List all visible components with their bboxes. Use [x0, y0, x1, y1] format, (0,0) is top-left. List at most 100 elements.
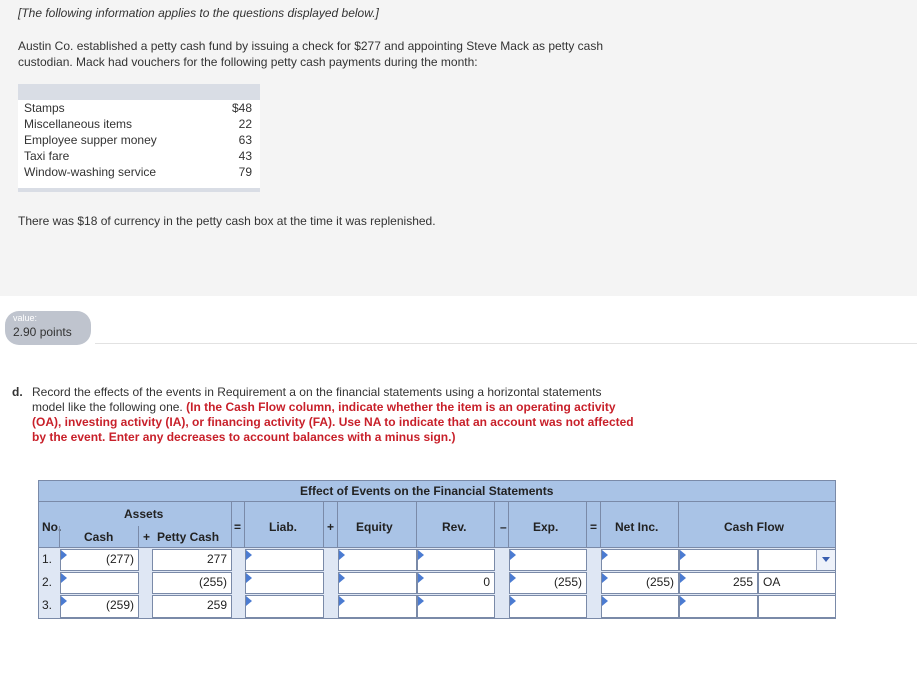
assets-header: Assets	[124, 507, 164, 521]
rev-input[interactable]	[417, 595, 495, 618]
financial-statements-model-table: Effect of Events on the Financial Statem…	[38, 480, 836, 619]
payment-label: Window-washing service	[24, 165, 157, 179]
divider	[586, 502, 587, 548]
input-marker-icon	[339, 573, 345, 583]
question-text: d. Record the effects of the events in R…	[12, 385, 637, 444]
input-marker-icon	[602, 596, 608, 606]
exp-input[interactable]	[509, 549, 587, 571]
col-cash-flow-header: Cash Flow	[724, 520, 785, 534]
input-marker-icon	[339, 550, 345, 560]
payment-amount: $48	[231, 101, 252, 115]
row-number: 2.	[42, 575, 53, 589]
petty-cash-payments-table: Stamps $48 Miscellaneous items 22 Employ…	[18, 84, 260, 192]
row-number: 3.	[42, 598, 53, 612]
payment-label: Employee supper money	[24, 133, 157, 147]
input-marker-icon	[680, 573, 686, 583]
points-text: 2.90 points	[13, 325, 72, 339]
table-row: Employee supper money 63	[24, 132, 252, 148]
table-header-band	[18, 84, 260, 100]
divider	[59, 526, 60, 548]
equity-input[interactable]	[338, 595, 417, 618]
table-title: Effect of Events on the Financial Statem…	[300, 484, 554, 498]
divider	[600, 502, 601, 548]
cash-input[interactable]: (277)	[60, 549, 139, 571]
exp-input[interactable]: (255)	[509, 572, 587, 594]
col-equity-header: Equity	[356, 520, 393, 534]
question-letter: d.	[12, 385, 23, 399]
petty-cash-input[interactable]: 277	[152, 549, 232, 571]
value-label: value:	[13, 313, 38, 323]
input-marker-icon	[339, 596, 345, 606]
input-marker-icon	[680, 596, 686, 606]
rev-input[interactable]: 0	[417, 572, 495, 594]
equals-sign: =	[590, 520, 598, 534]
minus-sign: –	[500, 520, 507, 534]
payment-amount: 63	[238, 133, 252, 147]
table-row: Taxi fare 43	[24, 148, 252, 164]
input-marker-icon	[510, 596, 516, 606]
input-marker-icon	[418, 596, 424, 606]
col-liab-header: Liab.	[269, 520, 298, 534]
net-inc-input[interactable]	[601, 549, 679, 571]
payment-amount: 79	[238, 165, 252, 179]
col-cash-header: Cash	[84, 530, 114, 544]
liab-input[interactable]	[245, 572, 324, 594]
table-footer-band	[18, 188, 260, 192]
input-marker-icon	[680, 550, 686, 560]
plus-sign: +	[143, 530, 151, 544]
table-row: Window-washing service 79	[24, 164, 252, 180]
liab-input[interactable]	[245, 595, 324, 618]
cash-flow-amount-input[interactable]	[679, 595, 758, 618]
net-inc-input[interactable]: (255)	[601, 572, 679, 594]
liab-input[interactable]	[245, 549, 324, 571]
cash-flow-amount-input[interactable]: 255	[679, 572, 758, 594]
input-marker-icon	[246, 550, 252, 560]
cash-flow-type-input[interactable]: OA	[758, 572, 836, 594]
input-marker-icon	[418, 550, 424, 560]
chevron-down-icon[interactable]	[816, 550, 835, 570]
currency-remaining-note: There was $18 of currency in the petty c…	[18, 214, 436, 228]
equity-input[interactable]	[338, 549, 417, 571]
input-marker-icon	[602, 573, 608, 583]
divider	[95, 343, 917, 344]
cash-input[interactable]	[60, 572, 139, 594]
input-marker-icon	[510, 550, 516, 560]
divider	[244, 502, 245, 548]
payment-label: Miscellaneous items	[24, 117, 133, 131]
input-marker-icon	[61, 596, 67, 606]
divider	[508, 502, 509, 548]
divider	[138, 526, 139, 548]
row-number: 1.	[42, 552, 53, 566]
table-row: Stamps $48	[24, 100, 252, 116]
col-exp-header: Exp.	[533, 520, 559, 534]
divider	[231, 502, 232, 548]
input-marker-icon	[61, 573, 67, 583]
col-petty-cash-header: Petty Cash	[157, 530, 220, 544]
equals-sign: =	[234, 520, 242, 534]
cash-flow-type-input[interactable]	[758, 595, 836, 618]
input-marker-icon	[61, 550, 67, 560]
divider	[323, 502, 324, 548]
rev-input[interactable]	[417, 549, 495, 571]
cash-flow-amount-input[interactable]	[679, 549, 758, 571]
cash-input[interactable]: (259)	[60, 595, 139, 618]
net-inc-input[interactable]	[601, 595, 679, 618]
exp-input[interactable]	[509, 595, 587, 618]
col-rev-header: Rev.	[442, 520, 467, 534]
payment-amount: 22	[238, 117, 252, 131]
plus-sign: +	[327, 520, 335, 534]
table-row: Miscellaneous items 22	[24, 116, 252, 132]
intro-note: [The following information applies to th…	[18, 6, 379, 20]
cash-flow-type-select[interactable]	[758, 549, 836, 571]
input-marker-icon	[246, 573, 252, 583]
payment-amount: 43	[238, 149, 252, 163]
petty-cash-input[interactable]: 259	[152, 595, 232, 618]
equity-input[interactable]	[338, 572, 417, 594]
input-marker-icon	[510, 573, 516, 583]
payment-label: Taxi fare	[24, 149, 70, 163]
petty-cash-input[interactable]: (255)	[152, 572, 232, 594]
divider	[416, 502, 417, 548]
divider	[337, 502, 338, 548]
intro-paragraph: Austin Co. established a petty cash fund…	[18, 39, 604, 69]
input-marker-icon	[418, 573, 424, 583]
